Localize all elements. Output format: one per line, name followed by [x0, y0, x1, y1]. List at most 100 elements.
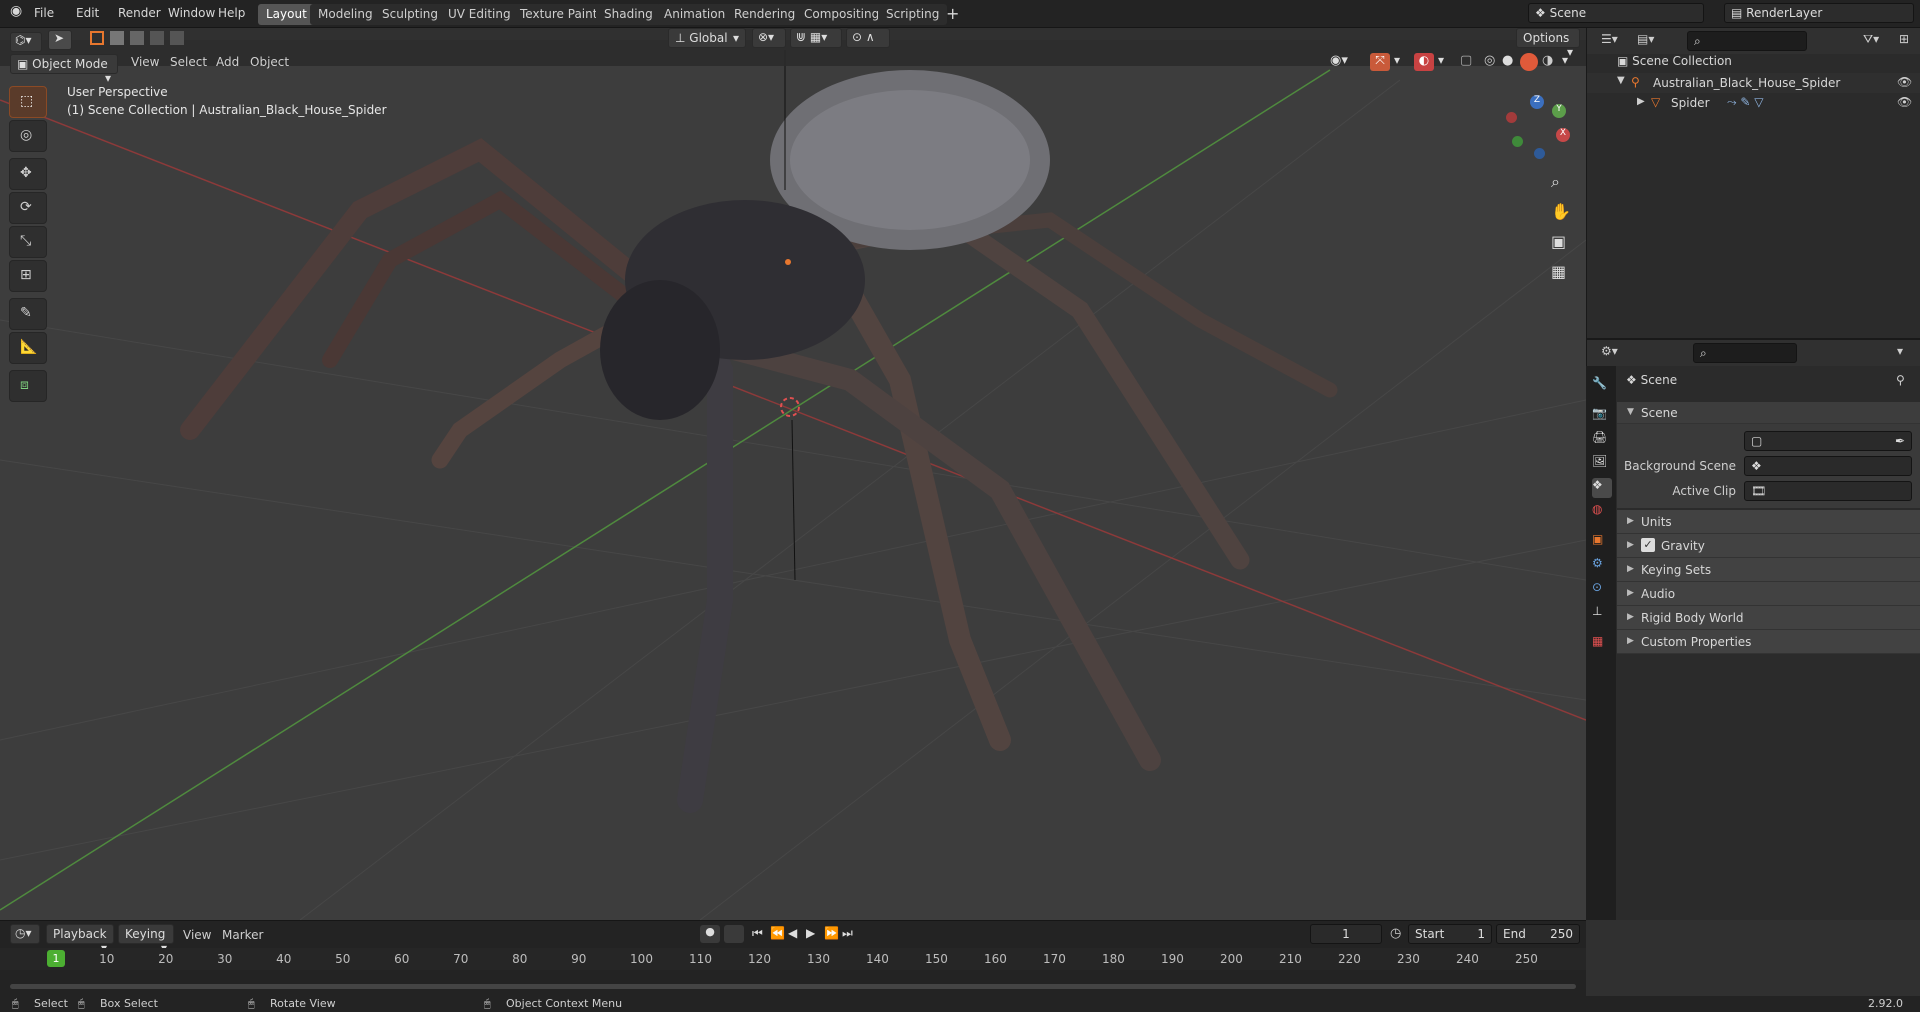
properties-search-input[interactable]: ⌕ — [1693, 343, 1797, 363]
record-icon[interactable]: ● — [700, 925, 720, 943]
add-workspace-icon[interactable]: + — [946, 4, 959, 23]
tab-compositing[interactable]: Compositing — [796, 4, 888, 25]
pivot-point-button[interactable]: ⊗▾ — [752, 28, 786, 48]
zoom-icon[interactable]: ⌕ — [1551, 172, 1560, 192]
menu-add[interactable]: Add — [216, 55, 239, 69]
new-collection-icon[interactable]: ⊞ — [1899, 32, 1909, 46]
filter-icon[interactable]: ⛛▾ — [1863, 32, 1879, 47]
navigation-gizmo[interactable]: Z Y X — [1500, 90, 1570, 160]
timeline-view-menu[interactable]: View — [183, 928, 211, 942]
3d-viewport[interactable]: User Perspective (1) Scene Collection | … — [0, 40, 1586, 920]
pan-hand-icon[interactable]: ✋ — [1551, 202, 1571, 221]
gizmo-neg-z[interactable] — [1534, 148, 1545, 159]
tab-texture-paint[interactable]: Texture Paint — [512, 4, 606, 25]
next-keyframe-icon[interactable]: ⏩ — [824, 926, 839, 940]
proportional-edit-button[interactable]: ⊙ ∧ — [846, 28, 890, 48]
menu-render[interactable]: Render — [118, 6, 161, 20]
object-mode-dropdown[interactable]: ▣ Object Mode ▾ — [10, 54, 118, 85]
eyedropper-icon[interactable]: ✒ — [1895, 434, 1905, 448]
scene-selector[interactable]: ❖ Scene — [1528, 3, 1704, 23]
menu-view[interactable]: View — [131, 55, 159, 69]
timeline-marker-menu[interactable]: Marker — [222, 928, 263, 942]
keying-sets-section[interactable]: ▶ Keying Sets — [1617, 558, 1920, 582]
rendered-shading-icon[interactable]: ◑ — [1542, 53, 1553, 68]
material-shading-icon[interactable] — [1520, 53, 1538, 71]
scene-section-header[interactable]: ▼ Scene — [1617, 402, 1920, 424]
menu-help[interactable]: Help — [218, 6, 245, 20]
output-tab-icon[interactable]: 🖨 — [1592, 430, 1612, 450]
playback-dropdown[interactable]: Playback▾ — [46, 924, 114, 955]
end-frame-field[interactable]: End 250 — [1496, 924, 1580, 944]
gizmo-neg-y[interactable] — [1512, 136, 1523, 147]
menu-select[interactable]: Select — [170, 55, 207, 69]
background-scene-field[interactable]: ❖ — [1744, 456, 1912, 476]
solid-shading-icon[interactable]: ● — [1502, 53, 1513, 68]
gizmo-neg-x[interactable] — [1506, 112, 1517, 123]
texture-tab-icon[interactable]: ▦ — [1592, 634, 1612, 654]
jump-start-icon[interactable]: ⏮ — [752, 926, 763, 941]
jump-end-icon[interactable]: ⏭ — [842, 926, 853, 941]
transform-orientation-dropdown[interactable]: ⊥ Global ▾ — [668, 28, 746, 48]
menu-window[interactable]: Window — [168, 6, 215, 20]
gravity-section[interactable]: ▶ ✓ Gravity — [1617, 534, 1920, 558]
options-dropdown[interactable]: Options ▾ — [1516, 28, 1580, 59]
tool-add-cube[interactable]: ⧈ — [9, 370, 47, 402]
tab-uv-editing[interactable]: UV Editing — [440, 4, 519, 25]
tool-tab-icon[interactable]: 🔧 — [1592, 376, 1612, 396]
menu-object[interactable]: Object — [250, 55, 289, 69]
pin-icon[interactable]: ⚲ — [1896, 373, 1905, 387]
outliner-row-scene-collection[interactable]: ▣ Scene Collection — [1617, 54, 1732, 68]
extend-selection-icon[interactable] — [110, 31, 124, 45]
xray-icon[interactable]: ▢ — [1460, 53, 1472, 68]
outliner-row-spider-collection[interactable]: ▼ ⚲ Australian_Black_House_Spider 👁 — [1587, 73, 1920, 93]
blender-logo-icon[interactable]: ◉ — [10, 3, 22, 19]
active-clip-field[interactable]: 🎞 — [1744, 481, 1912, 501]
menu-file[interactable]: File — [34, 6, 54, 20]
world-tab-icon[interactable]: ◍ — [1592, 502, 1612, 522]
tab-animation[interactable]: Animation — [656, 4, 734, 25]
expand-arrow-icon[interactable]: ▼ — [1617, 75, 1625, 86]
tool-select-box[interactable]: ⬚ — [9, 86, 47, 118]
units-section[interactable]: ▶ Units — [1617, 510, 1920, 534]
subtract-selection-icon[interactable] — [130, 31, 144, 45]
constraints-tab-icon[interactable]: ⊥ — [1592, 604, 1612, 624]
timeline-editor-button[interactable]: ◷▾ — [10, 924, 40, 944]
gizmo-y[interactable]: Y — [1552, 104, 1566, 118]
current-frame-indicator[interactable]: 1 — [47, 950, 65, 967]
gravity-checkbox[interactable]: ✓ — [1641, 538, 1655, 552]
tab-layout[interactable]: Layout — [258, 4, 315, 25]
new-selection-icon[interactable] — [90, 31, 104, 45]
outliner-row-spider[interactable]: ▶ ▽ Spider ⤳ ✎ ▽ 👁 — [1587, 93, 1920, 113]
intersect-selection-icon[interactable] — [170, 31, 184, 45]
menu-edit[interactable]: Edit — [76, 6, 99, 20]
renderlayer-selector[interactable]: ▤ RenderLayer — [1724, 3, 1914, 23]
outliner-search-input[interactable]: ⌕ — [1687, 31, 1807, 51]
expand-arrow-icon[interactable]: ▶ — [1637, 96, 1645, 107]
gizmo-z[interactable]: Z — [1530, 95, 1544, 109]
display-mode-icon[interactable]: ▤▾ — [1637, 32, 1654, 46]
tool-annotate[interactable]: ✎ — [9, 298, 47, 330]
start-frame-field[interactable]: Start 1 — [1408, 924, 1492, 944]
custom-properties-section[interactable]: ▶ Custom Properties — [1617, 630, 1920, 654]
prev-keyframe-icon[interactable]: ⏪ — [770, 926, 785, 940]
timeline-scrollbar[interactable] — [10, 984, 1576, 989]
tool-cursor[interactable]: ◎ — [9, 120, 47, 152]
tab-shading[interactable]: Shading — [596, 4, 661, 25]
wireframe-shading-icon[interactable]: ◎ — [1484, 53, 1495, 68]
modifier-tab-icon[interactable]: ⚙ — [1592, 556, 1612, 576]
tool-rotate[interactable]: ⟳ — [9, 192, 47, 224]
play-icon[interactable]: ▶ — [806, 926, 815, 940]
visibility-eye-icon[interactable]: 👁 — [1897, 95, 1912, 109]
tool-scale[interactable]: ⤡ — [9, 226, 47, 258]
current-frame-field[interactable]: 1 — [1310, 924, 1382, 944]
play-reverse-icon[interactable]: ◀ — [788, 926, 797, 940]
chevron-down-icon[interactable]: ▾ — [1897, 344, 1903, 358]
rigid-body-world-section[interactable]: ▶ Rigid Body World — [1617, 606, 1920, 630]
gizmo-toggle-icon[interactable]: ⤧ — [1370, 53, 1390, 71]
physics-tab-icon[interactable]: ⊙ — [1592, 580, 1612, 600]
invert-selection-icon[interactable] — [150, 31, 164, 45]
tool-transform[interactable]: ⊞ — [9, 260, 47, 292]
selection-mode-buttons[interactable] — [90, 31, 184, 49]
select-mode-button[interactable]: ➤ — [48, 30, 72, 50]
perspective-grid-icon[interactable]: ▦ — [1551, 262, 1566, 281]
